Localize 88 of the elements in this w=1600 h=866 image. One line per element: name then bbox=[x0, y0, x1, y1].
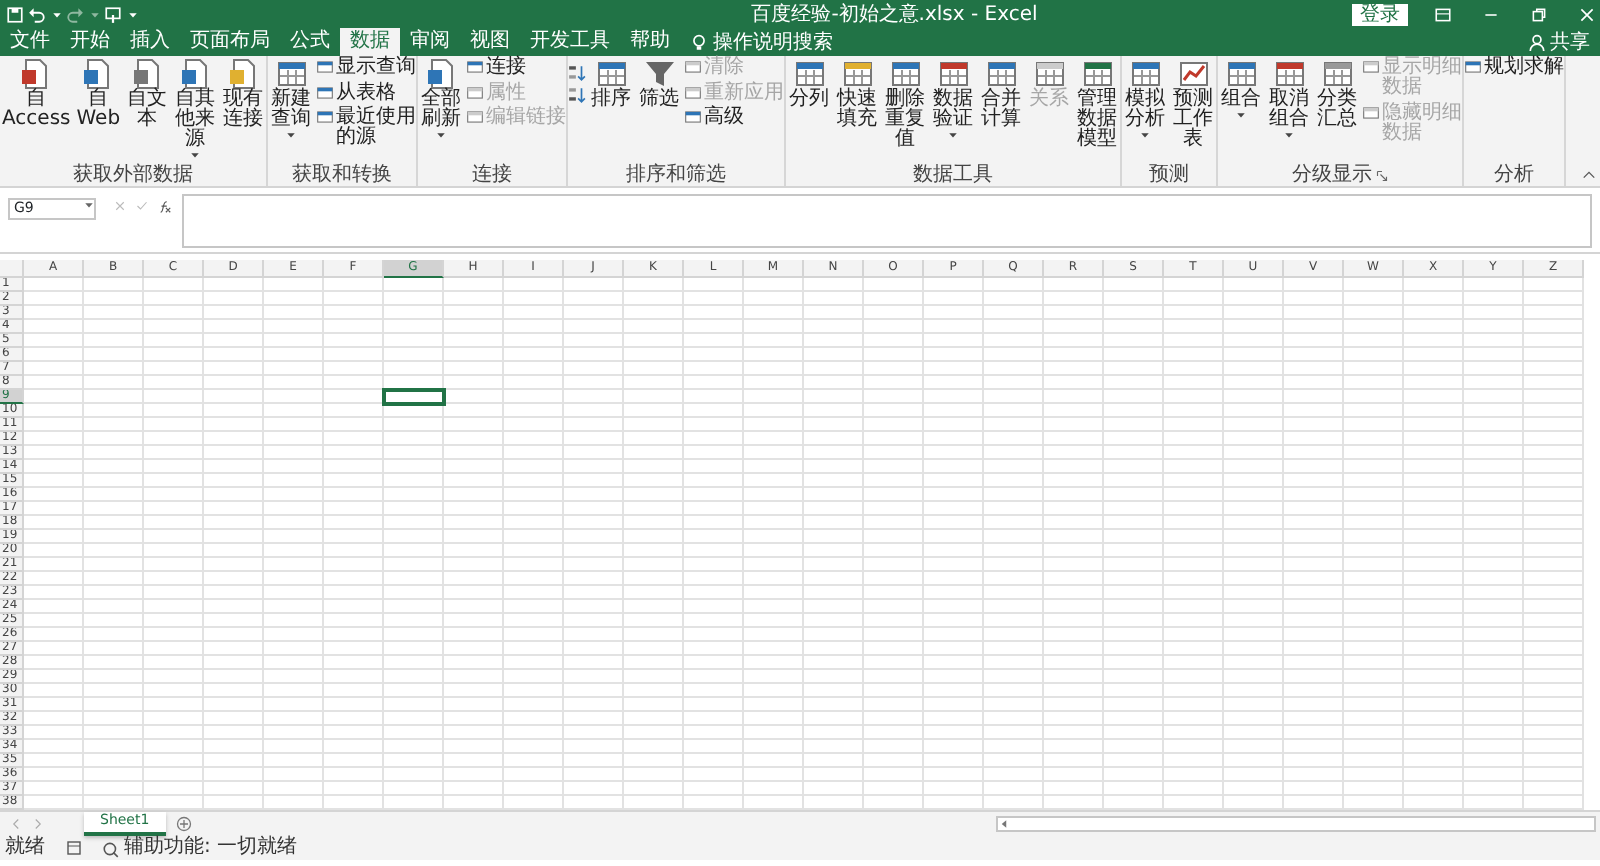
accessibility-status[interactable]: 辅助功能: 一切就绪 bbox=[124, 836, 298, 860]
ribbon-button[interactable]: 取消组合 bbox=[1266, 58, 1313, 164]
horizontal-scrollbar[interactable] bbox=[996, 816, 1596, 832]
caret-icon bbox=[1284, 130, 1295, 140]
ribbon-tab[interactable]: 视图 bbox=[460, 28, 520, 56]
caret-icon bbox=[1140, 130, 1151, 140]
table-icon bbox=[466, 83, 485, 101]
ribbon-button[interactable]: 全部刷新 bbox=[418, 58, 465, 164]
restore-icon[interactable] bbox=[1529, 5, 1547, 23]
touch-mode-icon[interactable] bbox=[104, 5, 122, 23]
ribbon-button[interactable]: 分列 bbox=[786, 58, 833, 164]
ribbon-button[interactable]: 自文本 bbox=[124, 58, 171, 164]
group-label: 分级显示 bbox=[1291, 164, 1372, 186]
ribbon-button[interactable]: 连接 bbox=[466, 58, 567, 78]
ribbon-tab[interactable]: 开发工具 bbox=[520, 28, 620, 56]
group-label: 连接 bbox=[472, 164, 513, 186]
caret-icon bbox=[436, 130, 447, 140]
group-label: 排序和筛选 bbox=[626, 164, 727, 186]
ribbon-button[interactable]: 自 Web bbox=[74, 58, 123, 164]
status-text: 就绪 bbox=[5, 836, 45, 860]
ribbon-tab[interactable]: 公式 bbox=[280, 28, 340, 56]
caret-icon bbox=[190, 150, 201, 160]
group-label: 预测 bbox=[1149, 164, 1190, 186]
table-icon bbox=[316, 83, 335, 101]
sign-in-button[interactable]: 登录 bbox=[1352, 3, 1408, 25]
caret-icon[interactable] bbox=[84, 200, 94, 210]
ribbon-button[interactable]: 组合 bbox=[1218, 58, 1265, 164]
ribbon-button[interactable]: 模拟分析 bbox=[1122, 58, 1169, 164]
ribbon-button[interactable]: 显示查询 bbox=[316, 58, 417, 78]
ribbon-button[interactable]: 分类汇总 bbox=[1314, 58, 1361, 164]
caret-icon[interactable] bbox=[127, 9, 137, 19]
person-icon bbox=[1527, 33, 1545, 51]
ribbon-button[interactable]: 数据验证 bbox=[930, 58, 977, 164]
tell-me-search[interactable]: 操作说明搜索 bbox=[713, 31, 833, 53]
lightbulb-icon bbox=[690, 33, 708, 51]
group-label: 获取外部数据 bbox=[73, 164, 194, 186]
ribbon-button[interactable]: 删除重复值 bbox=[882, 58, 929, 164]
table-icon bbox=[316, 108, 335, 126]
ribbon-button[interactable]: 管理数据模型 bbox=[1074, 58, 1121, 164]
close-icon[interactable] bbox=[1577, 5, 1595, 23]
save-icon[interactable] bbox=[5, 5, 23, 23]
ribbon-button[interactable]: 排序 bbox=[588, 58, 635, 164]
group-label: 分析 bbox=[1494, 164, 1535, 186]
table-icon bbox=[466, 108, 485, 126]
selected-cell[interactable] bbox=[384, 390, 444, 404]
caret-icon[interactable] bbox=[89, 9, 99, 19]
insert-function-icon[interactable] bbox=[158, 199, 172, 213]
ribbon-button[interactable]: 最近使用的源 bbox=[316, 108, 417, 148]
share-button[interactable]: 共享 bbox=[1550, 31, 1590, 53]
dialog-launcher-icon[interactable] bbox=[1376, 169, 1389, 181]
ribbon-button[interactable]: 快速填充 bbox=[834, 58, 881, 164]
ribbon-button[interactable]: 规划求解 bbox=[1464, 58, 1565, 78]
formula-input[interactable] bbox=[182, 194, 1592, 248]
ribbon-tab[interactable]: 开始 bbox=[60, 28, 120, 56]
group-label: 数据工具 bbox=[913, 164, 994, 186]
ribbon-button[interactable]: 预测工作表 bbox=[1170, 58, 1217, 164]
add-sheet-icon[interactable] bbox=[175, 816, 192, 832]
scroll-left-icon[interactable] bbox=[998, 818, 1010, 830]
window-title: 百度经验-初始之意.xlsx - Excel bbox=[749, 3, 1040, 25]
ribbon-button[interactable]: 合并计算 bbox=[978, 58, 1025, 164]
ribbon-tab[interactable]: 文件 bbox=[0, 28, 60, 56]
table-icon bbox=[1362, 103, 1381, 121]
ribbon-button[interactable]: 筛选 bbox=[636, 58, 683, 164]
ribbon-button[interactable]: 现有连接 bbox=[220, 58, 267, 164]
sort-descending-icon[interactable] bbox=[568, 86, 587, 104]
ribbon-tab[interactable]: 数据 bbox=[340, 28, 400, 56]
ribbon-button[interactable]: 自其他来源 bbox=[172, 58, 219, 164]
collapse-ribbon-icon[interactable] bbox=[1581, 167, 1595, 181]
ribbon-tab[interactable]: 插入 bbox=[120, 28, 180, 56]
cell-grid[interactable] bbox=[24, 278, 1584, 810]
ribbon-tab[interactable]: 审阅 bbox=[400, 28, 460, 56]
caret-icon bbox=[1236, 110, 1247, 120]
group-label: 获取和转换 bbox=[292, 164, 393, 186]
caret-icon bbox=[948, 130, 959, 140]
ribbon-display-icon[interactable] bbox=[1433, 5, 1451, 23]
ribbon-tab[interactable]: 帮助 bbox=[620, 28, 680, 56]
ribbon-tab[interactable]: 页面布局 bbox=[180, 28, 280, 56]
redo-icon[interactable] bbox=[66, 5, 84, 23]
table-icon bbox=[684, 108, 703, 126]
ribbon-button[interactable]: 从表格 bbox=[316, 83, 417, 103]
table-icon bbox=[684, 83, 703, 101]
ribbon-button[interactable]: 新建查询 bbox=[268, 58, 315, 164]
caret-icon[interactable] bbox=[51, 9, 61, 19]
undo-icon[interactable] bbox=[28, 5, 46, 23]
ribbon-button[interactable]: 高级 bbox=[684, 108, 785, 128]
ribbon-button[interactable]: 自 Access bbox=[0, 58, 73, 164]
sort-ascending-icon[interactable] bbox=[568, 63, 587, 81]
caret-icon bbox=[286, 130, 297, 140]
